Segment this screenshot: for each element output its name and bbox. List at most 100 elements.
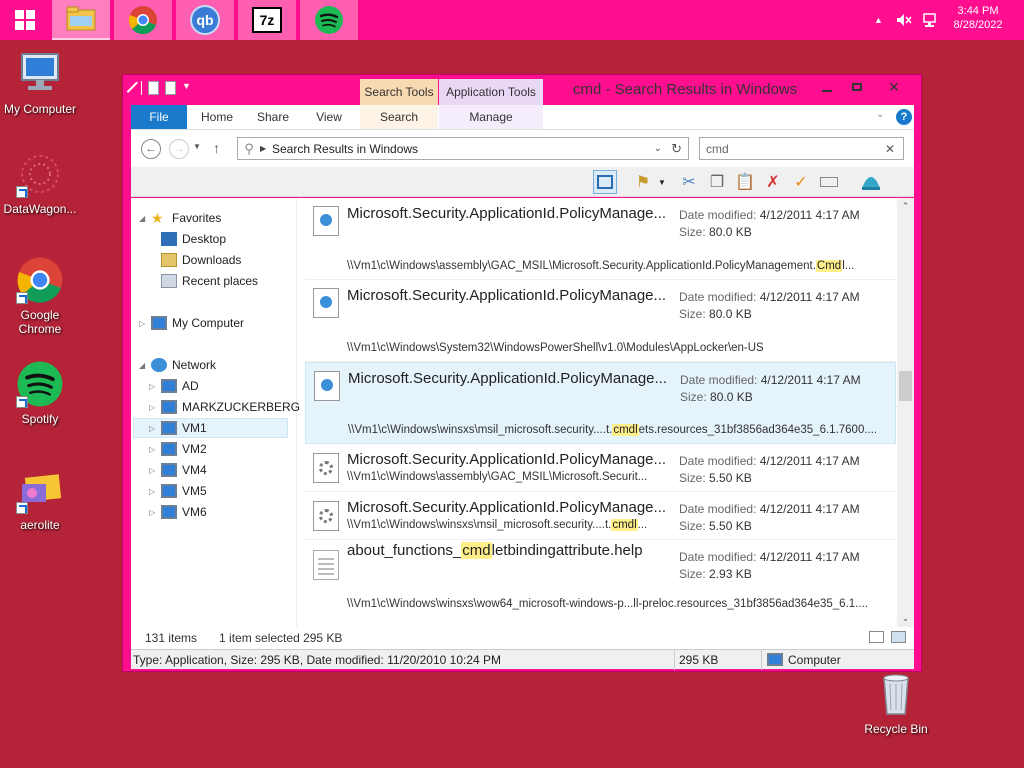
address-bar[interactable]: ⚲ ▶ Search Results in Windows ⌄ ↻ [237,137,689,160]
nav-favorites[interactable]: ◢ ★ Favorites [139,208,221,228]
desktop-icon-datawagon[interactable]: DataWagon... [0,150,80,216]
computer-icon [161,379,177,393]
up-button[interactable]: ↑ [213,140,220,156]
expand-ribbon-icon[interactable]: ⌄ [876,109,884,120]
nav-network[interactable]: ◢ Network [139,355,216,375]
content-pane: ◢ ★ Favorites Desktop Downloads Recent p… [131,198,914,627]
taskbar-file-explorer[interactable] [52,0,110,40]
tab-share[interactable]: Share [245,105,301,129]
back-button[interactable]: ← [141,139,161,159]
date-value: 4/12/2011 4:17 AM [759,454,860,468]
nav-label: Favorites [172,211,222,225]
address-text[interactable]: Search Results in Windows [272,142,418,156]
refresh-icon[interactable]: ↻ [671,141,682,157]
list-item[interactable]: Microsoft.Security.ApplicationId.PolicyM… [305,280,896,362]
nav-my-computer[interactable]: ▷ My Computer [139,313,244,333]
address-dropdown-icon[interactable]: ⌄ [654,143,662,154]
computer-icon [161,505,177,519]
computer-icon [161,400,177,414]
volume-muted-icon[interactable] [896,0,912,40]
tab-search[interactable]: Search [360,105,438,129]
preview-pane-button[interactable] [593,170,617,194]
nav-recent-places[interactable]: Recent places [161,271,258,291]
nav-computer-vm5[interactable]: ▷ VM5 [149,481,207,501]
taskbar-qbittorrent[interactable]: qb [176,0,234,40]
nav-label: MARKZUCKERBERG [182,400,301,414]
desktop-icon-spotify[interactable]: Spotify [0,360,80,426]
nav-desktop[interactable]: Desktop [161,229,226,249]
details-view-icon[interactable] [869,631,884,643]
properties-page-icon[interactable] [148,81,159,95]
large-icons-view-icon[interactable] [891,631,906,643]
system-clock[interactable]: 3:44 PM 8/28/2022 [948,4,1008,32]
open-location-dropdown[interactable]: ▼ [655,170,669,194]
nav-computer-vm6[interactable]: ▷ VM6 [149,502,207,522]
maximize-icon [852,83,862,91]
desktop-icon-recycle-bin[interactable]: Recycle Bin [856,670,936,736]
tab-home[interactable]: Home [189,105,245,129]
cut-button[interactable]: ✂ [677,170,701,194]
new-folder-icon[interactable] [165,81,176,95]
tab-file[interactable]: File [131,105,187,129]
search-input[interactable]: cmd [706,142,729,156]
recent-places-icon [161,274,177,288]
clear-search-icon[interactable]: ✕ [885,142,895,156]
open-location-button[interactable]: ⚑ [631,170,655,194]
result-date: Date modified: 4/12/2011 4:17 AM [679,550,860,564]
copy-button[interactable]: ❐ [705,170,729,194]
search-location-icon: ⚲ [244,140,254,156]
nav-label: AD [182,379,199,393]
result-path: \\Vm1\c\Windows\winsxs\msil_microsoft.se… [347,519,672,531]
nav-label: Recent places [182,274,259,288]
recent-locations-button[interactable]: ▼ [193,142,201,151]
list-item-selected[interactable]: Microsoft.Security.ApplicationId.PolicyM… [305,362,896,444]
star-icon: ★ [151,210,164,226]
close-button[interactable]: ✕ [873,77,915,97]
taskbar-chrome[interactable] [114,0,172,40]
scroll-up-icon[interactable]: ⌃ [897,198,914,215]
minimize-button[interactable] [813,77,841,97]
list-item[interactable]: Microsoft.Security.ApplicationId.PolicyM… [305,444,896,492]
close-icon: ✕ [888,78,900,95]
list-item[interactable]: about_functions_cmdletbindingattribute.h… [305,540,896,627]
start-button[interactable] [0,0,50,40]
title-bar[interactable]: ▼ Search Tools Application Tools cmd - S… [123,75,921,105]
maximize-button[interactable] [843,77,871,97]
nav-downloads[interactable]: Downloads [161,250,241,270]
desktop-icon-google-chrome[interactable]: Google Chrome [0,256,80,336]
shell-button[interactable] [859,170,883,194]
search-box[interactable]: cmd ✕ [699,137,904,160]
scroll-thumb[interactable] [899,371,912,401]
paste-button[interactable]: 📋 [733,170,757,194]
size-label: Size: [680,390,707,404]
size-value: 5.50 KB [709,471,752,485]
taskbar-spotify[interactable] [300,0,358,40]
list-item[interactable]: Microsoft.Security.ApplicationId.PolicyM… [305,492,896,540]
forward-button[interactable]: → [169,139,189,159]
help-icon[interactable]: ? [896,109,912,125]
select-button[interactable]: ✓ [789,170,813,194]
nav-computer-vm1[interactable]: ▷ VM1 [133,418,288,438]
nav-label: Downloads [182,253,242,267]
delete-button[interactable]: ✗ [761,170,785,194]
tab-manage[interactable]: Manage [439,105,543,129]
scroll-down-icon[interactable]: ⌄ [897,610,914,627]
tray-overflow-icon[interactable]: ▲ [874,0,883,40]
rename-button[interactable] [817,170,841,194]
properties-icon[interactable] [126,81,140,95]
nav-computer-ad[interactable]: ▷ AD [149,376,199,396]
vertical-scrollbar[interactable]: ⌃ ⌄ [897,198,914,627]
network-icon[interactable] [922,0,938,40]
nav-computer-vm2[interactable]: ▷ VM2 [149,439,207,459]
tab-view[interactable]: View [301,105,357,129]
nav-computer-vm4[interactable]: ▷ VM4 [149,460,207,480]
result-path: \\Vm1\c\Windows\System32\WindowsPowerShe… [347,342,887,354]
date-label: Date modified: [679,550,757,564]
desktop-icon-my-computer[interactable]: My Computer [0,50,80,116]
nav-computer-markzuckerberg[interactable]: ▷ MARKZUCKERBERG [149,397,300,417]
customize-qat-icon[interactable]: ▼ [182,81,192,95]
list-item[interactable]: Microsoft.Security.ApplicationId.PolicyM… [305,198,896,280]
search-highlight: cmdl [612,424,639,436]
taskbar-7zip[interactable]: 7z [238,0,296,40]
desktop-icon-aerolite[interactable]: aerolite [0,466,80,532]
